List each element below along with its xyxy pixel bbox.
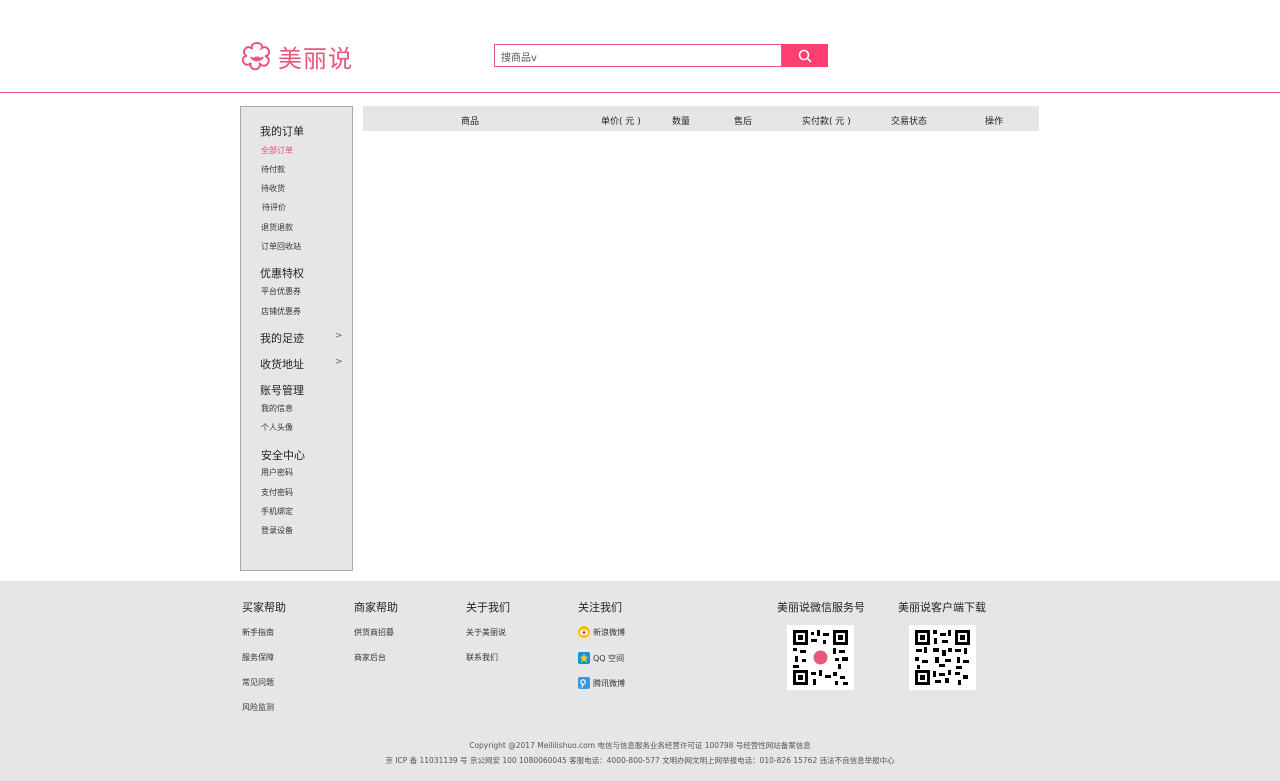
sidebar-item-store-coupons[interactable]: 店铺优惠券	[261, 306, 301, 317]
sidebar-item-avatar[interactable]: 个人头像	[261, 422, 293, 433]
search-icon	[798, 49, 812, 63]
sidebar-item-login-devices[interactable]: 登录设备	[261, 525, 293, 536]
brand-name: 美丽说	[278, 44, 353, 73]
footer-link-contact-us[interactable]: 联系我们	[466, 652, 498, 663]
search-input[interactable]: 搜商品v	[494, 44, 782, 67]
footer-link-faq[interactable]: 常见问题	[242, 677, 274, 688]
footer-title-app-download: 美丽说客户端下载	[898, 601, 986, 614]
app-download-qr-code	[909, 625, 976, 690]
sidebar-item-platform-coupons[interactable]: 平台优惠券	[261, 286, 301, 297]
column-header-status: 交易状态	[891, 117, 928, 127]
footer-title-about: 关于我们	[466, 601, 510, 614]
search-bar: 搜商品v	[494, 44, 828, 67]
sidebar-title-security[interactable]: 安全中心	[261, 447, 305, 463]
chevron-right-icon: >	[335, 331, 343, 341]
social-label: QQ 空间	[593, 653, 625, 663]
weibo-icon	[578, 626, 590, 638]
tencent-weibo-icon	[578, 677, 590, 689]
sidebar-item-pending-payment[interactable]: 待付款	[261, 164, 285, 175]
sidebar-item-my-info[interactable]: 我的信息	[261, 403, 293, 414]
footer-link-merchant-backend[interactable]: 商家后台	[354, 652, 386, 663]
column-header-product: 商品	[461, 117, 480, 127]
sidebar-title-account[interactable]: 账号管理	[260, 382, 304, 398]
chevron-right-icon: >	[335, 357, 343, 367]
sidebar-title-footprints[interactable]: 我的足迹	[260, 330, 304, 346]
footer-link-service-guarantee[interactable]: 服务保障	[242, 652, 274, 663]
footer-title-merchant-help: 商家帮助	[354, 601, 398, 614]
column-header-unit-price: 单价( 元 )	[601, 117, 641, 127]
sidebar-item-pending-review[interactable]: 待评价	[262, 202, 286, 213]
social-label: 新浪微博	[593, 627, 625, 637]
footer-title-wechat-service: 美丽说微信服务号	[777, 601, 865, 614]
search-button[interactable]	[782, 44, 828, 67]
sidebar-title-privileges[interactable]: 优惠特权	[260, 265, 304, 281]
sidebar: 我的订单 全部订单 待付款 待收货 待评价 退货退款 订单回收站 优惠特权 平台…	[240, 106, 353, 571]
footer-link-sina-weibo[interactable]: 新浪微博	[578, 626, 625, 638]
footer-link-risk-monitoring[interactable]: 风险监测	[242, 702, 274, 713]
footer-title-follow-us: 关注我们	[578, 601, 622, 614]
sidebar-item-order-recycle-bin[interactable]: 订单回收站	[261, 241, 301, 252]
column-header-actions: 操作	[985, 117, 1004, 127]
column-header-quantity: 数量	[672, 117, 691, 127]
header: 美丽说 搜商品v	[0, 0, 1280, 93]
footer-link-tencent-weibo[interactable]: 腾讯微博	[578, 677, 625, 689]
sidebar-item-phone-binding[interactable]: 手机绑定	[261, 506, 293, 517]
qr-code-icon	[793, 630, 848, 685]
flower-logo-icon	[241, 41, 271, 71]
qr-code-icon	[915, 630, 970, 685]
qq-zone-star-icon	[578, 652, 590, 664]
copyright-line-1: Copyright @2017 Meililishuo.com 电信与信息服务业…	[469, 741, 811, 750]
sidebar-title-my-orders[interactable]: 我的订单	[260, 123, 304, 139]
footer-link-supplier-recruit[interactable]: 供货商招募	[354, 627, 394, 638]
sidebar-item-pending-receipt[interactable]: 待收货	[261, 183, 285, 194]
column-header-after-sales: 售后	[734, 117, 753, 127]
sidebar-title-address[interactable]: 收货地址	[260, 356, 304, 372]
footer-link-beginner-guide[interactable]: 新手指南	[242, 627, 274, 638]
footer-link-qq-zone[interactable]: QQ 空间	[578, 652, 624, 664]
logo[interactable]: 美丽说	[240, 38, 353, 74]
wechat-qr-code	[787, 625, 854, 690]
footer-link-about-meilishuo[interactable]: 关于美丽说	[466, 627, 506, 638]
column-header-paid-amount: 实付款( 元 )	[802, 117, 851, 127]
sidebar-item-pay-password[interactable]: 支付密码	[261, 487, 293, 498]
footer-title-buyer-help: 买家帮助	[242, 601, 286, 614]
social-label: 腾讯微博	[593, 678, 625, 688]
sidebar-item-user-password[interactable]: 用户密码	[261, 467, 293, 478]
order-table-header: 商品 单价( 元 ) 数量 售后 实付款( 元 ) 交易状态 操作	[363, 106, 1039, 131]
copyright-line-2: 京 ICP 备 11031139 号 京公网安 100 1080060045 客…	[385, 756, 895, 765]
sidebar-item-all-orders[interactable]: 全部订单	[261, 145, 293, 156]
sidebar-item-returns[interactable]: 退货退款	[261, 222, 293, 233]
footer: 买家帮助 新手指南 服务保障 常见问题 风险监测 商家帮助 供货商招募 商家后台…	[0, 581, 1280, 781]
search-scope-dropdown[interactable]: 搜商品v	[501, 49, 537, 64]
